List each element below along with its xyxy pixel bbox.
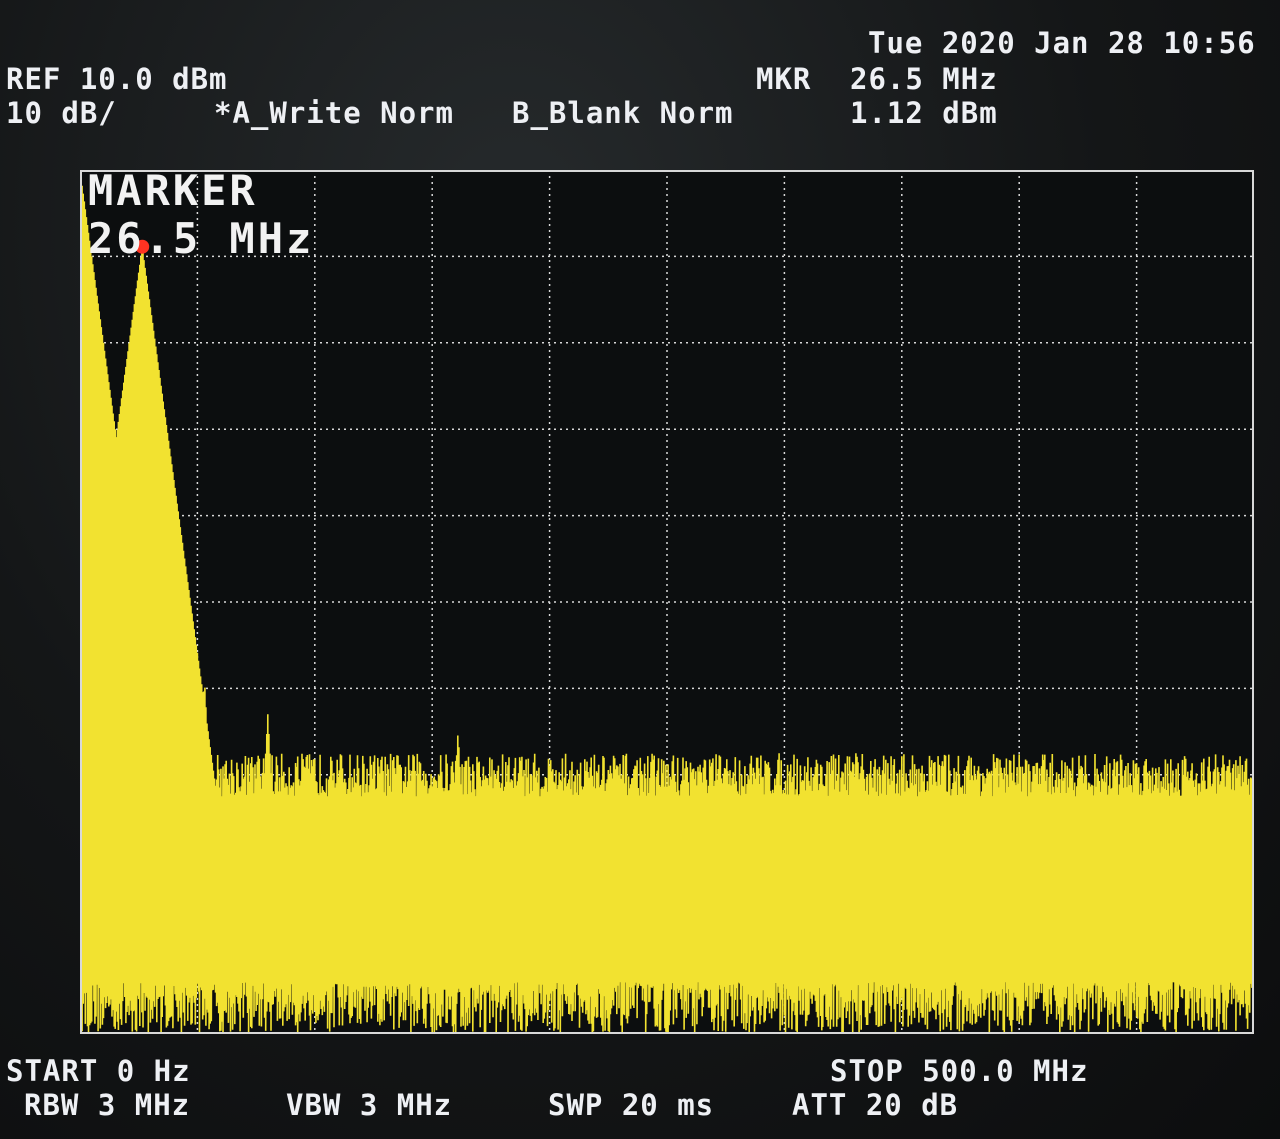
trace-b-mode: B_Blank Norm bbox=[512, 96, 734, 130]
marker-annotation-title: MARKER bbox=[88, 166, 258, 215]
start-frequency: START 0 Hz bbox=[6, 1054, 191, 1088]
spectrum-analyzer-screen: Tue 2020 Jan 28 10:56 REF 10.0 dBm 10 dB… bbox=[0, 0, 1280, 1139]
stop-frequency: STOP 500.0 MHz bbox=[830, 1054, 1089, 1088]
video-bandwidth: VBW 3 MHz bbox=[286, 1088, 453, 1122]
scale-per-div: 10 dB/ bbox=[6, 96, 117, 130]
datetime: Tue 2020 Jan 28 10:56 bbox=[868, 26, 1256, 60]
ref-level: REF 10.0 dBm bbox=[6, 62, 228, 96]
trace-a-mode: *A_Write Norm bbox=[214, 96, 454, 130]
spectrum-display bbox=[80, 170, 1254, 1034]
marker-readout-frequency: 26.5 MHz bbox=[850, 62, 998, 96]
sweep-time: SWP 20 ms bbox=[548, 1088, 715, 1122]
marker-readout-label: MKR bbox=[756, 62, 812, 96]
marker-readout-level: 1.12 dBm bbox=[850, 96, 998, 130]
attenuation: ATT 20 dB bbox=[792, 1088, 959, 1122]
resolution-bandwidth: RBW 3 MHz bbox=[24, 1088, 191, 1122]
marker-annotation-frequency: 26.5 MHz bbox=[88, 214, 315, 263]
